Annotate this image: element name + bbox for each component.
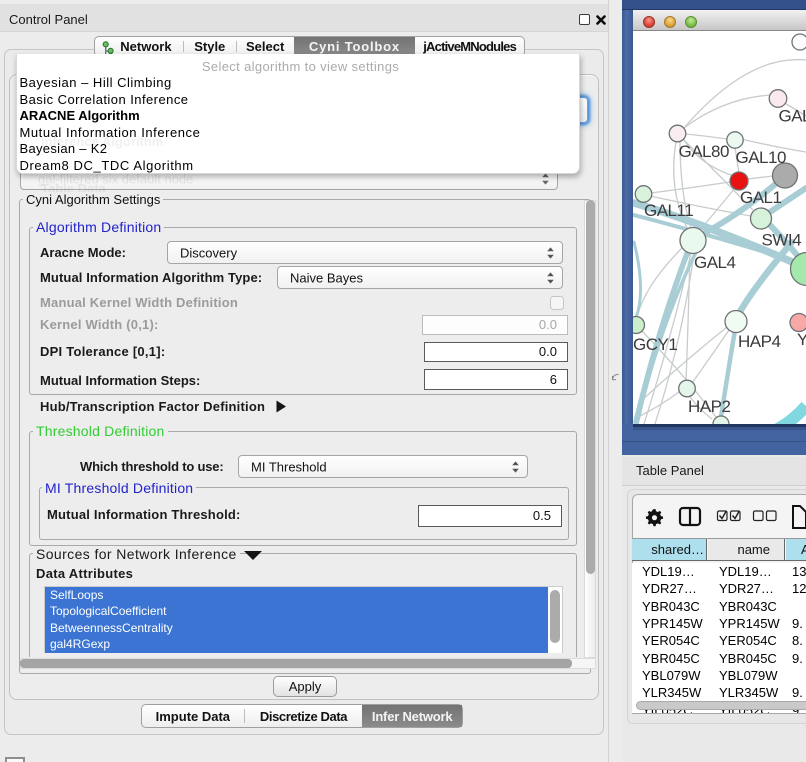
svg-text:GCY1: GCY1 — [633, 335, 677, 354]
svg-text:GAL4: GAL4 — [694, 253, 736, 272]
svg-text:GAL1: GAL1 — [740, 188, 782, 207]
svg-text:HAP4: HAP4 — [738, 332, 780, 351]
svg-text:SWI4: SWI4 — [762, 231, 802, 250]
svg-text:GAL7: GAL7 — [779, 107, 806, 126]
svg-text:GAL11: GAL11 — [644, 201, 693, 220]
svg-text:YM: YM — [797, 330, 806, 349]
svg-text:HAP2: HAP2 — [688, 397, 730, 416]
svg-text:GAL10: GAL10 — [736, 148, 786, 167]
svg-text:GAL80: GAL80 — [679, 142, 729, 161]
